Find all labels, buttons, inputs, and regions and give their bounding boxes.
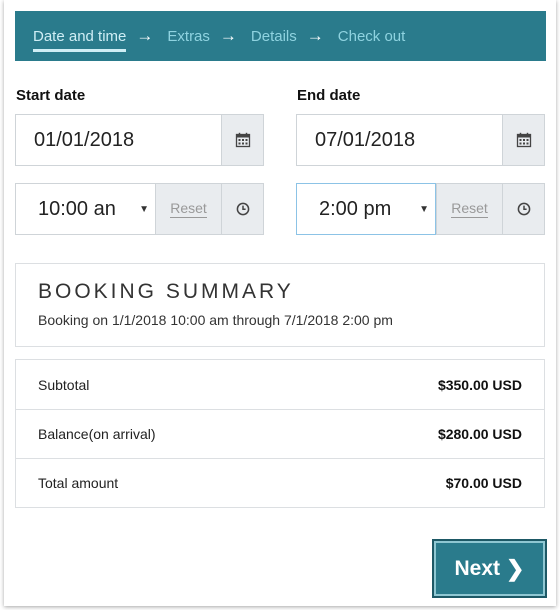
totals-table: Subtotal $350.00 USD Balance(on arrival)… [15,359,545,508]
arrow-right-icon: → [306,26,324,45]
caret-down-icon: ▼ [139,203,149,215]
start-date-label: Start date [16,87,86,104]
booking-summary-title: BOOKING SUMMARY [38,280,294,303]
end-time-group: 2:00 pm ▼ Reset [296,183,545,235]
booking-summary: BOOKING SUMMARY Booking on 1/1/2018 10:0… [15,263,545,347]
step-extras[interactable]: Extras → [167,11,251,61]
total-amount-label: Total amount [38,475,119,491]
table-row: Balance(on arrival) $280.00 USD [16,409,544,458]
caret-down-icon: ▼ [419,203,429,215]
balance-label: Balance(on arrival) [38,426,156,442]
arrow-right-icon: → [219,26,237,45]
steps-bar: Date and time → Extras → Details → Check… [15,11,546,61]
start-date-field[interactable]: 01/01/2018 [15,114,264,166]
subtotal-label: Subtotal [38,376,90,393]
end-time-reset-button[interactable]: Reset [436,184,502,234]
step-label: Check out [337,27,406,45]
calendar-icon[interactable] [221,115,263,165]
chevron-right-icon: ❯ [506,555,525,581]
calendar-icon[interactable] [502,115,544,165]
step-date-and-time[interactable]: Date and time → [33,11,167,61]
booking-summary-text: Booking on 1/1/2018 10:00 am through 7/1… [38,312,393,328]
clock-icon[interactable] [221,184,263,234]
start-time-value: 10:00 an [38,197,116,220]
start-time-reset-button[interactable]: Reset [155,184,221,234]
end-time-select[interactable]: 2:00 pm ▼ [296,183,436,235]
balance-value: $280.00 USD [437,426,522,442]
next-label: Next [454,556,501,580]
step-label: Date and time [33,27,127,52]
end-date-value[interactable]: 07/01/2018 [297,115,502,165]
total-amount-value: $70.00 USD [445,475,522,491]
arrow-right-icon: → [136,26,154,45]
step-details[interactable]: Details → [251,11,338,61]
subtotal-value: $350.00 USD [437,376,522,393]
end-date-label: End date [297,87,361,104]
table-row: Subtotal $350.00 USD [16,360,544,409]
step-label: Details [250,27,297,45]
start-time-select[interactable]: 10:00 an ▼ [16,184,155,234]
step-check-out[interactable]: Check out [338,11,406,61]
end-time-value: 2:00 pm [319,197,392,220]
step-label: Extras [167,27,210,45]
reset-label: Reset [170,200,207,218]
start-time-group: 10:00 an ▼ Reset [15,183,264,235]
reset-label: Reset [451,200,488,218]
end-date-field[interactable]: 07/01/2018 [296,114,545,166]
start-date-value[interactable]: 01/01/2018 [16,115,221,165]
clock-icon[interactable] [502,184,544,234]
table-row: Total amount $70.00 USD [16,458,544,507]
next-button[interactable]: Next ❯ [432,539,547,598]
